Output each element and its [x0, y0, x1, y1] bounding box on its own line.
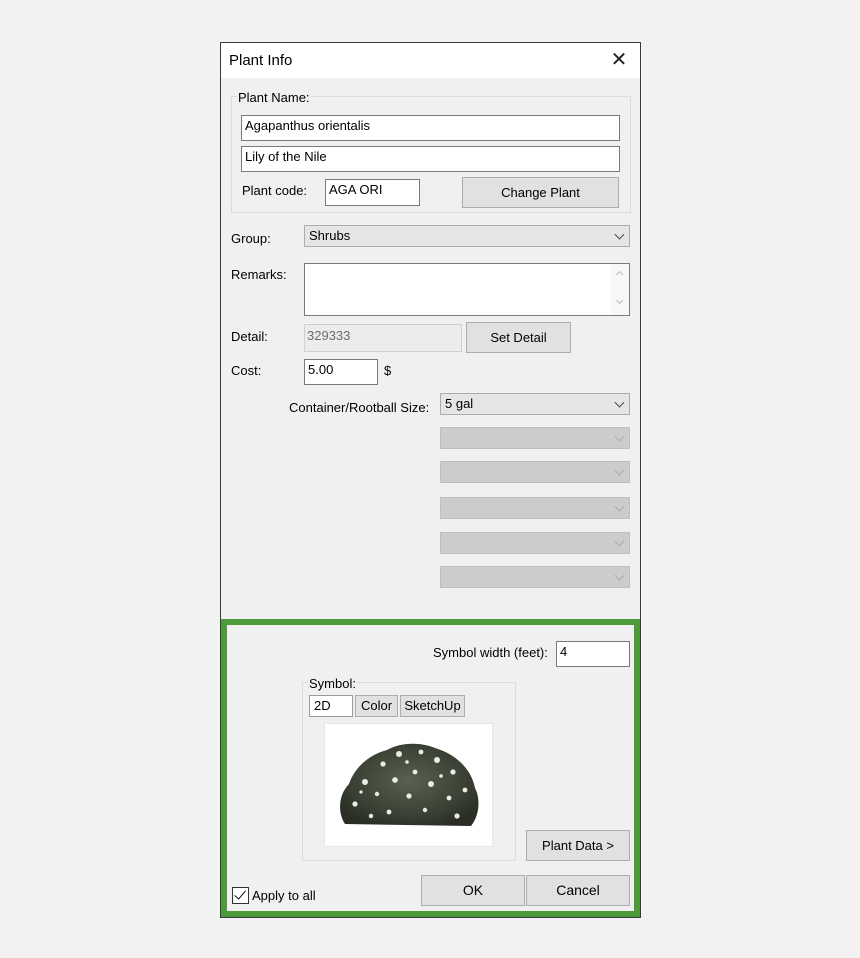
- symbol-width-label: Symbol width (feet):: [433, 645, 548, 660]
- chevron-down-icon: [614, 431, 625, 442]
- window-title: Plant Info: [229, 52, 293, 69]
- chevron-down-icon: [614, 536, 625, 547]
- plant-data-button[interactable]: Plant Data >: [526, 830, 630, 861]
- group-select-value: Shrubs: [309, 228, 351, 243]
- size-select-3: [440, 461, 630, 483]
- detail-field: 329333: [304, 324, 462, 352]
- remarks-textarea[interactable]: [304, 263, 630, 316]
- cost-label: Cost:: [231, 363, 262, 378]
- symbol-panel-highlight: Symbol width (feet): 4 Symbol: 2D Color …: [221, 619, 640, 917]
- symbol-preview: [324, 723, 493, 847]
- apply-to-all-label: Apply to all: [252, 888, 316, 903]
- cost-input[interactable]: 5.00: [304, 359, 378, 385]
- container-label: Container/Rootball Size:: [289, 400, 430, 415]
- botanical-name-input[interactable]: Agapanthus orientalis: [241, 115, 620, 141]
- ok-button[interactable]: OK: [421, 875, 525, 906]
- plant-name-group-label: Plant Name:: [237, 90, 311, 105]
- group-select[interactable]: Shrubs: [304, 225, 630, 247]
- tab-2d[interactable]: 2D: [309, 695, 353, 717]
- cancel-button[interactable]: Cancel: [526, 875, 630, 906]
- tab-color[interactable]: Color: [355, 695, 398, 717]
- chevron-down-icon: [614, 397, 625, 408]
- plant-info-dialog: Plant Info ✕ Plant Name: Agapanthus orie…: [220, 42, 641, 918]
- container-select[interactable]: 5 gal: [440, 393, 630, 415]
- size-select-5: [440, 532, 630, 554]
- cost-unit: $: [384, 363, 392, 378]
- remarks-scrollbar[interactable]: [611, 264, 629, 315]
- group-label: Group:: [231, 231, 271, 246]
- common-name-input[interactable]: Lily of the Nile: [241, 146, 620, 172]
- chevron-down-icon: [614, 501, 625, 512]
- plant-code-label: Plant code:: [242, 183, 308, 198]
- chevron-down-icon: [614, 465, 625, 476]
- apply-to-all-checkbox[interactable]: [232, 887, 249, 904]
- change-plant-button[interactable]: Change Plant: [462, 177, 619, 208]
- scroll-up-icon[interactable]: [615, 270, 624, 279]
- container-select-value: 5 gal: [445, 396, 474, 411]
- tab-sketchup[interactable]: SketchUp: [400, 695, 465, 717]
- size-select-2: [440, 427, 630, 449]
- detail-label: Detail:: [231, 329, 268, 344]
- chevron-down-icon: [614, 229, 625, 240]
- symbol-group-label: Symbol:: [308, 676, 357, 691]
- scroll-down-icon[interactable]: [615, 296, 624, 305]
- shrub-symbol-image: [340, 743, 479, 826]
- chevron-down-icon: [614, 570, 625, 581]
- close-button[interactable]: ✕: [605, 47, 633, 73]
- close-icon: ✕: [610, 49, 628, 71]
- symbol-width-input[interactable]: 4: [556, 641, 630, 667]
- plant-code-input[interactable]: AGA ORI: [325, 179, 420, 206]
- title-bar: Plant Info ✕: [221, 43, 640, 78]
- checkmark-icon: [234, 887, 246, 900]
- set-detail-button[interactable]: Set Detail: [466, 322, 571, 353]
- remarks-label: Remarks:: [231, 267, 287, 282]
- size-select-4: [440, 497, 630, 519]
- size-select-6: [440, 566, 630, 588]
